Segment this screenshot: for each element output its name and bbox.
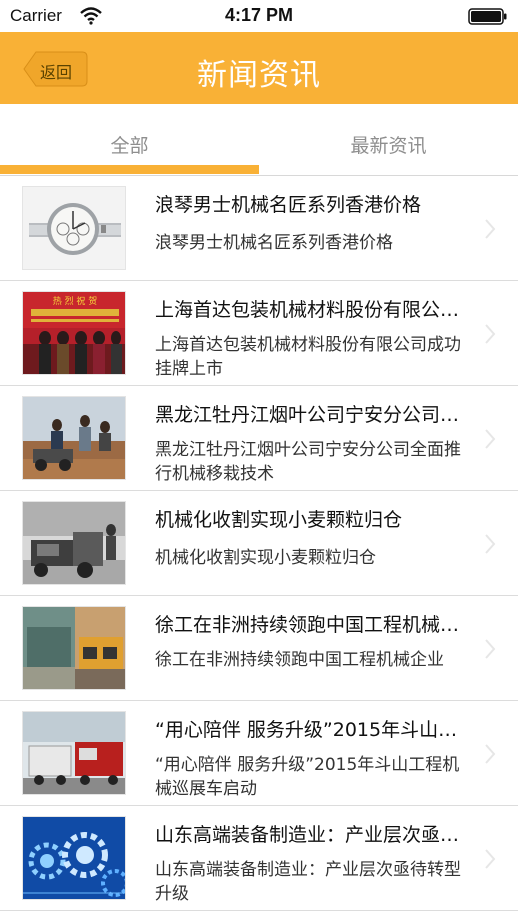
svg-text:热 烈 祝 贺: 热 烈 祝 贺 [53, 295, 98, 307]
chevron-right-icon [485, 429, 496, 449]
chevron-right-icon [485, 849, 496, 869]
news-thumbnail-watch [22, 186, 126, 270]
news-item[interactable]: “用心陪伴 服务升级”2015年斗山工程机械巡展车启动 “用心陪伴 服务升级”2… [0, 701, 518, 806]
battery-icon [468, 8, 507, 25]
news-thumbnail-field-workers [22, 396, 126, 480]
tab-active-indicator [0, 165, 259, 174]
news-summary: 山东高端装备制造业：产业层次亟待转型升级 [155, 860, 461, 904]
news-item[interactable]: 徐工在非洲持续领跑中国工程机械企业 徐工在非洲持续领跑中国工程机械企业 [0, 596, 518, 701]
news-item[interactable]: 浪琴男士机械名匠系列香港价格 浪琴男士机械名匠系列香港价格 [0, 176, 518, 281]
news-title: 上海首达包装机械材料股份有限公司成功挂牌上市 [155, 299, 460, 321]
news-item[interactable]: 黑龙江牡丹江烟叶公司宁安分公司全面推行机械移栽技术 黑龙江牡丹江烟叶公司宁安分公… [0, 386, 518, 491]
news-summary: “用心陪伴 服务升级”2015年斗山工程机械巡展车启动 [155, 755, 460, 799]
news-summary: 机械化收割实现小麦颗粒归仓 [155, 548, 376, 568]
navigation-bar: 返回 新闻资讯 [0, 32, 518, 104]
chevron-right-icon [485, 534, 496, 554]
news-title: 山东高端装备制造业：产业层次亟待转型升级 [155, 824, 460, 846]
news-item[interactable]: 机械化收割实现小麦颗粒归仓 机械化收割实现小麦颗粒归仓 [0, 491, 518, 596]
news-thumbnail-harvester [22, 501, 126, 585]
chevron-right-icon [485, 744, 496, 764]
status-time: 4:17 PM [224, 5, 294, 25]
news-summary: 浪琴男士机械名匠系列香港价格 [155, 233, 393, 253]
news-title: 黑龙江牡丹江烟叶公司宁安分公司全面推行机械移栽技术 [155, 404, 460, 426]
news-summary: 上海首达包装机械材料股份有限公司成功挂牌上市 [155, 335, 461, 379]
chevron-right-icon [485, 639, 496, 659]
news-thumbnail-trucks [22, 711, 126, 795]
news-title: “用心陪伴 服务升级”2015年斗山工程机械巡展车启动 [155, 719, 460, 741]
news-title: 浪琴男士机械名匠系列香港价格 [155, 194, 422, 216]
news-thumbnail-gears [22, 816, 126, 900]
tab-latest-news[interactable]: 最新资讯 [259, 104, 518, 176]
news-thumbnail-factory [22, 606, 126, 690]
chevron-right-icon [485, 219, 496, 239]
news-summary: 徐工在非洲持续领跑中国工程机械企业 [155, 650, 444, 670]
status-bar: Carrier 4:17 PM [0, 0, 518, 32]
page-title: 新闻资讯 [197, 58, 321, 93]
news-item[interactable]: 热 烈 祝 贺 上海首达包装机械材料股份有限公司成功挂牌上市 上海首达包装机械材… [0, 281, 518, 386]
news-title: 徐工在非洲持续领跑中国工程机械企业 [155, 614, 460, 636]
news-thumbnail-ceremony: 热 烈 祝 贺 [22, 291, 126, 375]
news-summary: 黑龙江牡丹江烟叶公司宁安分公司全面推行机械移栽技术 [155, 440, 461, 484]
news-item[interactable]: 山东高端装备制造业：产业层次亟待转型升级 山东高端装备制造业：产业层次亟待转型升… [0, 806, 518, 911]
news-title: 机械化收割实现小麦颗粒归仓 [155, 509, 403, 531]
news-list: 浪琴男士机械名匠系列香港价格 浪琴男士机械名匠系列香港价格 热 烈 祝 贺 上海… [0, 176, 518, 911]
chevron-right-icon [485, 324, 496, 344]
